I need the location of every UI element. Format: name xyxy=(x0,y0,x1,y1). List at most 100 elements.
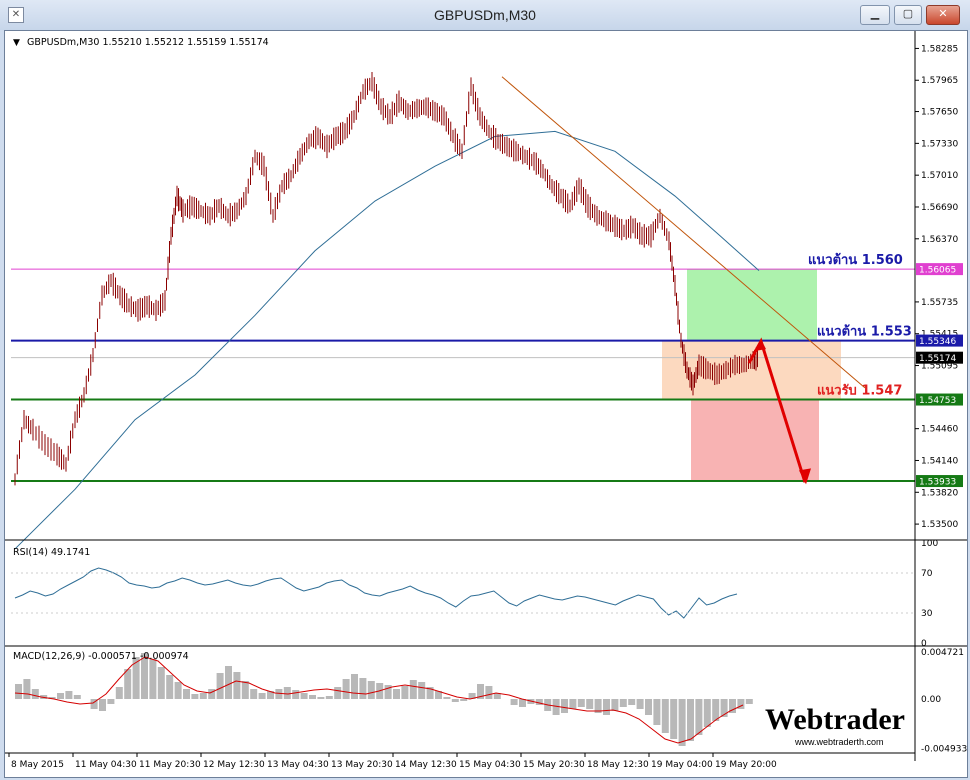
price-tick-label: 1.56690 xyxy=(921,203,958,213)
macd-bar xyxy=(149,659,157,699)
macd-bar xyxy=(57,693,64,699)
macd-bar xyxy=(628,699,636,705)
time-tick-label: 11 May 20:30 xyxy=(139,760,201,770)
macd-bar xyxy=(292,690,300,699)
price-tick-label: 1.55735 xyxy=(921,298,958,308)
price-tick-label: 1.54460 xyxy=(921,425,958,435)
price-tick-label: 1.57650 xyxy=(921,108,958,118)
time-tick-label: 19 May 20:00 xyxy=(715,760,777,770)
time-tick-label: 12 May 12:30 xyxy=(203,760,265,770)
macd-bar xyxy=(250,689,258,699)
price-pane: แนวต้าน 1.560 แนวต้าน 1.553 แนวรับ 1.547 xyxy=(11,72,915,550)
macd-bar xyxy=(115,687,123,699)
macd-bar xyxy=(275,689,283,699)
macd-bar xyxy=(645,699,652,715)
level-annotation: แนวต้าน 1.560 xyxy=(808,252,903,268)
price-tick-label: 1.56370 xyxy=(921,235,958,245)
macd-tick-label: -0.004933 xyxy=(921,744,967,754)
macd-bar xyxy=(712,699,720,721)
macd-bar xyxy=(687,699,694,741)
macd-bar xyxy=(661,699,669,733)
macd-bar xyxy=(99,699,106,711)
macd-bar xyxy=(636,699,644,709)
time-tick-label: 15 May 04:30 xyxy=(459,760,521,770)
price-tick-label: 1.53820 xyxy=(921,488,958,498)
macd-pane xyxy=(14,653,753,746)
price-tick-label: 1.58285 xyxy=(921,44,958,54)
macd-bar xyxy=(451,699,459,702)
macd-bar xyxy=(611,699,619,711)
chart-canvas[interactable]: แนวต้าน 1.560 แนวต้าน 1.553 แนวรับ 1.547 1… xyxy=(5,31,967,777)
price-tick-label: 1.53500 xyxy=(921,520,958,530)
symbol-dropdown-icon[interactable]: ▼ xyxy=(13,38,20,48)
macd-bar xyxy=(334,687,342,699)
macd-bar xyxy=(208,689,216,699)
macd-bar xyxy=(132,657,140,699)
macd-bar xyxy=(359,678,367,699)
macd-bar xyxy=(309,695,316,699)
macd-bar xyxy=(216,673,224,699)
level-annotation: แนวรับ 1.547 xyxy=(817,384,902,399)
macd-bar xyxy=(183,689,190,699)
macd-bar xyxy=(367,681,375,699)
macd-bar xyxy=(619,699,627,707)
price-tick-label: 1.57965 xyxy=(921,76,958,86)
restore-button[interactable]: ▢ xyxy=(894,5,922,25)
macd-bar xyxy=(393,689,400,699)
macd-bar xyxy=(443,697,451,699)
time-tick-label: 15 May 20:30 xyxy=(523,760,585,770)
macd-bar xyxy=(107,699,115,704)
macd-bar xyxy=(283,687,291,699)
time-tick-label: 18 May 12:30 xyxy=(587,760,649,770)
macd-bar xyxy=(342,679,350,699)
macd-header: MACD(12,26,9) -0.000571 -0.000974 xyxy=(13,651,189,662)
logo-brand: Webtrader xyxy=(765,703,905,736)
chart-area[interactable]: แนวต้าน 1.560 แนวต้าน 1.553 แนวรับ 1.547 1… xyxy=(4,30,968,778)
macd-bar xyxy=(73,695,81,699)
macd-bar xyxy=(703,699,711,727)
macd-bar xyxy=(670,699,678,739)
macd-bar xyxy=(418,682,426,699)
level-price-label: 1.54753 xyxy=(919,396,956,406)
window-title: GBPUSDm,M30 xyxy=(434,7,536,23)
minimize-button[interactable]: ▁ xyxy=(860,5,890,25)
macd-bar xyxy=(31,689,39,699)
macd-bar xyxy=(485,686,493,699)
macd-bar xyxy=(510,699,518,705)
time-tick-label: 14 May 12:30 xyxy=(395,760,457,770)
level-price-label: 1.55346 xyxy=(919,337,956,347)
window-titlebar[interactable]: ✕ GBPUSDm,M30 ▁ ▢ ✕ xyxy=(0,0,970,30)
time-tick-label: 8 May 2015 xyxy=(11,760,64,770)
level-annotation: แนวต้าน 1.553 xyxy=(817,324,912,340)
webtrader-logo: Webtrader www.webtraderth.com xyxy=(765,703,905,747)
macd-bar xyxy=(745,699,753,704)
macd-bar xyxy=(519,699,526,707)
macd-bar xyxy=(561,699,568,713)
macd-bar xyxy=(199,693,207,699)
macd-bar xyxy=(603,699,610,715)
close-button[interactable]: ✕ xyxy=(926,5,960,25)
macd-bar xyxy=(586,699,594,709)
price-tick-label: 1.54140 xyxy=(921,456,958,466)
rsi-line xyxy=(14,567,738,619)
macd-bar xyxy=(401,686,409,699)
logo-url: www.webtraderth.com xyxy=(794,737,884,747)
macd-bar xyxy=(695,699,703,735)
macd-bar xyxy=(460,699,468,701)
level-price-label: 1.55174 xyxy=(919,354,956,364)
rsi-tick-label: 30 xyxy=(921,609,933,619)
level-price-label: 1.56065 xyxy=(919,266,956,276)
macd-bar xyxy=(65,691,73,699)
price-tick-label: 1.57010 xyxy=(921,171,958,181)
macd-bar xyxy=(191,694,199,699)
price-tick-label: 1.57330 xyxy=(921,139,958,149)
macd-bar xyxy=(577,699,585,707)
rsi-tick-label: 100 xyxy=(921,539,938,549)
macd-bar xyxy=(174,682,182,699)
macd-bar xyxy=(325,696,333,699)
macd-bar xyxy=(15,684,22,699)
macd-bar xyxy=(678,699,686,746)
macd-bar xyxy=(317,697,325,699)
rsi-tick-label: 70 xyxy=(921,569,933,579)
time-tick-label: 19 May 04:00 xyxy=(651,760,713,770)
